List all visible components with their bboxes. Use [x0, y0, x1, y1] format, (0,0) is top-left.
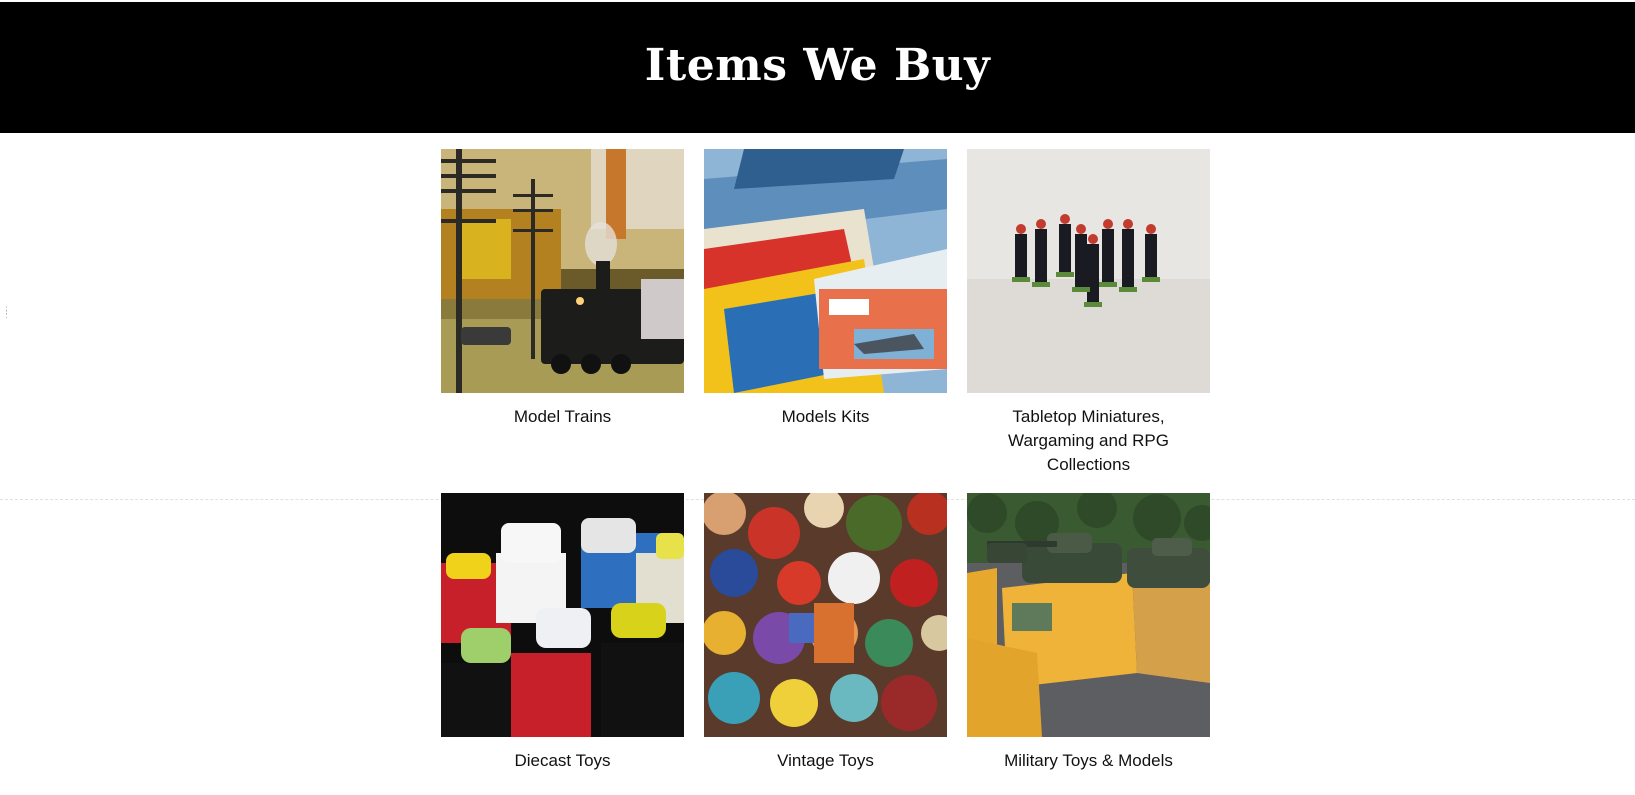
- model-trains-image[interactable]: [441, 149, 684, 393]
- category-card-diecast-toys[interactable]: Diecast Toys: [441, 493, 684, 773]
- category-row: Model Trains Models Kits Tabletop Miniat…: [441, 149, 1210, 477]
- category-card-model-trains[interactable]: Model Trains: [441, 149, 684, 477]
- category-card-military-toys[interactable]: Military Toys & Models: [967, 493, 1210, 773]
- category-card-model-kits[interactable]: Models Kits: [704, 149, 947, 477]
- page: Items We Buy ⋮ ⋮ Model Trains Models Kit…: [0, 0, 1635, 795]
- toy-car-icon: [441, 493, 684, 737]
- diecast-toys-image[interactable]: [441, 493, 684, 737]
- drag-handle-icon[interactable]: ⋮ ⋮: [2, 306, 11, 320]
- train-icon: [441, 149, 684, 393]
- category-label[interactable]: Tabletop Miniatures, Wargaming and RPG C…: [967, 405, 1210, 477]
- vintage-toys-image[interactable]: [704, 493, 947, 737]
- miniature-soldiers-icon: [967, 149, 1210, 393]
- category-label[interactable]: Models Kits: [704, 405, 947, 429]
- category-label[interactable]: Model Trains: [441, 405, 684, 429]
- category-label[interactable]: Diecast Toys: [441, 749, 684, 773]
- action-figures-icon: [704, 493, 947, 737]
- category-grid: Model Trains Models Kits Tabletop Miniat…: [441, 149, 1210, 773]
- military-toys-image[interactable]: [967, 493, 1210, 737]
- tabletop-miniatures-image[interactable]: [967, 149, 1210, 393]
- model-kit-box-icon: [704, 149, 947, 393]
- category-card-tabletop-miniatures[interactable]: Tabletop Miniatures, Wargaming and RPG C…: [967, 149, 1210, 477]
- category-label[interactable]: Military Toys & Models: [967, 749, 1210, 773]
- toy-tank-icon: [967, 493, 1210, 737]
- category-card-vintage-toys[interactable]: Vintage Toys: [704, 493, 947, 773]
- category-label[interactable]: Vintage Toys: [704, 749, 947, 773]
- category-row: Diecast Toys Vintage Toys Military Toys …: [441, 493, 1210, 773]
- model-kits-image[interactable]: [704, 149, 947, 393]
- page-header: Items We Buy: [0, 2, 1635, 133]
- page-title: Items We Buy: [644, 40, 991, 91]
